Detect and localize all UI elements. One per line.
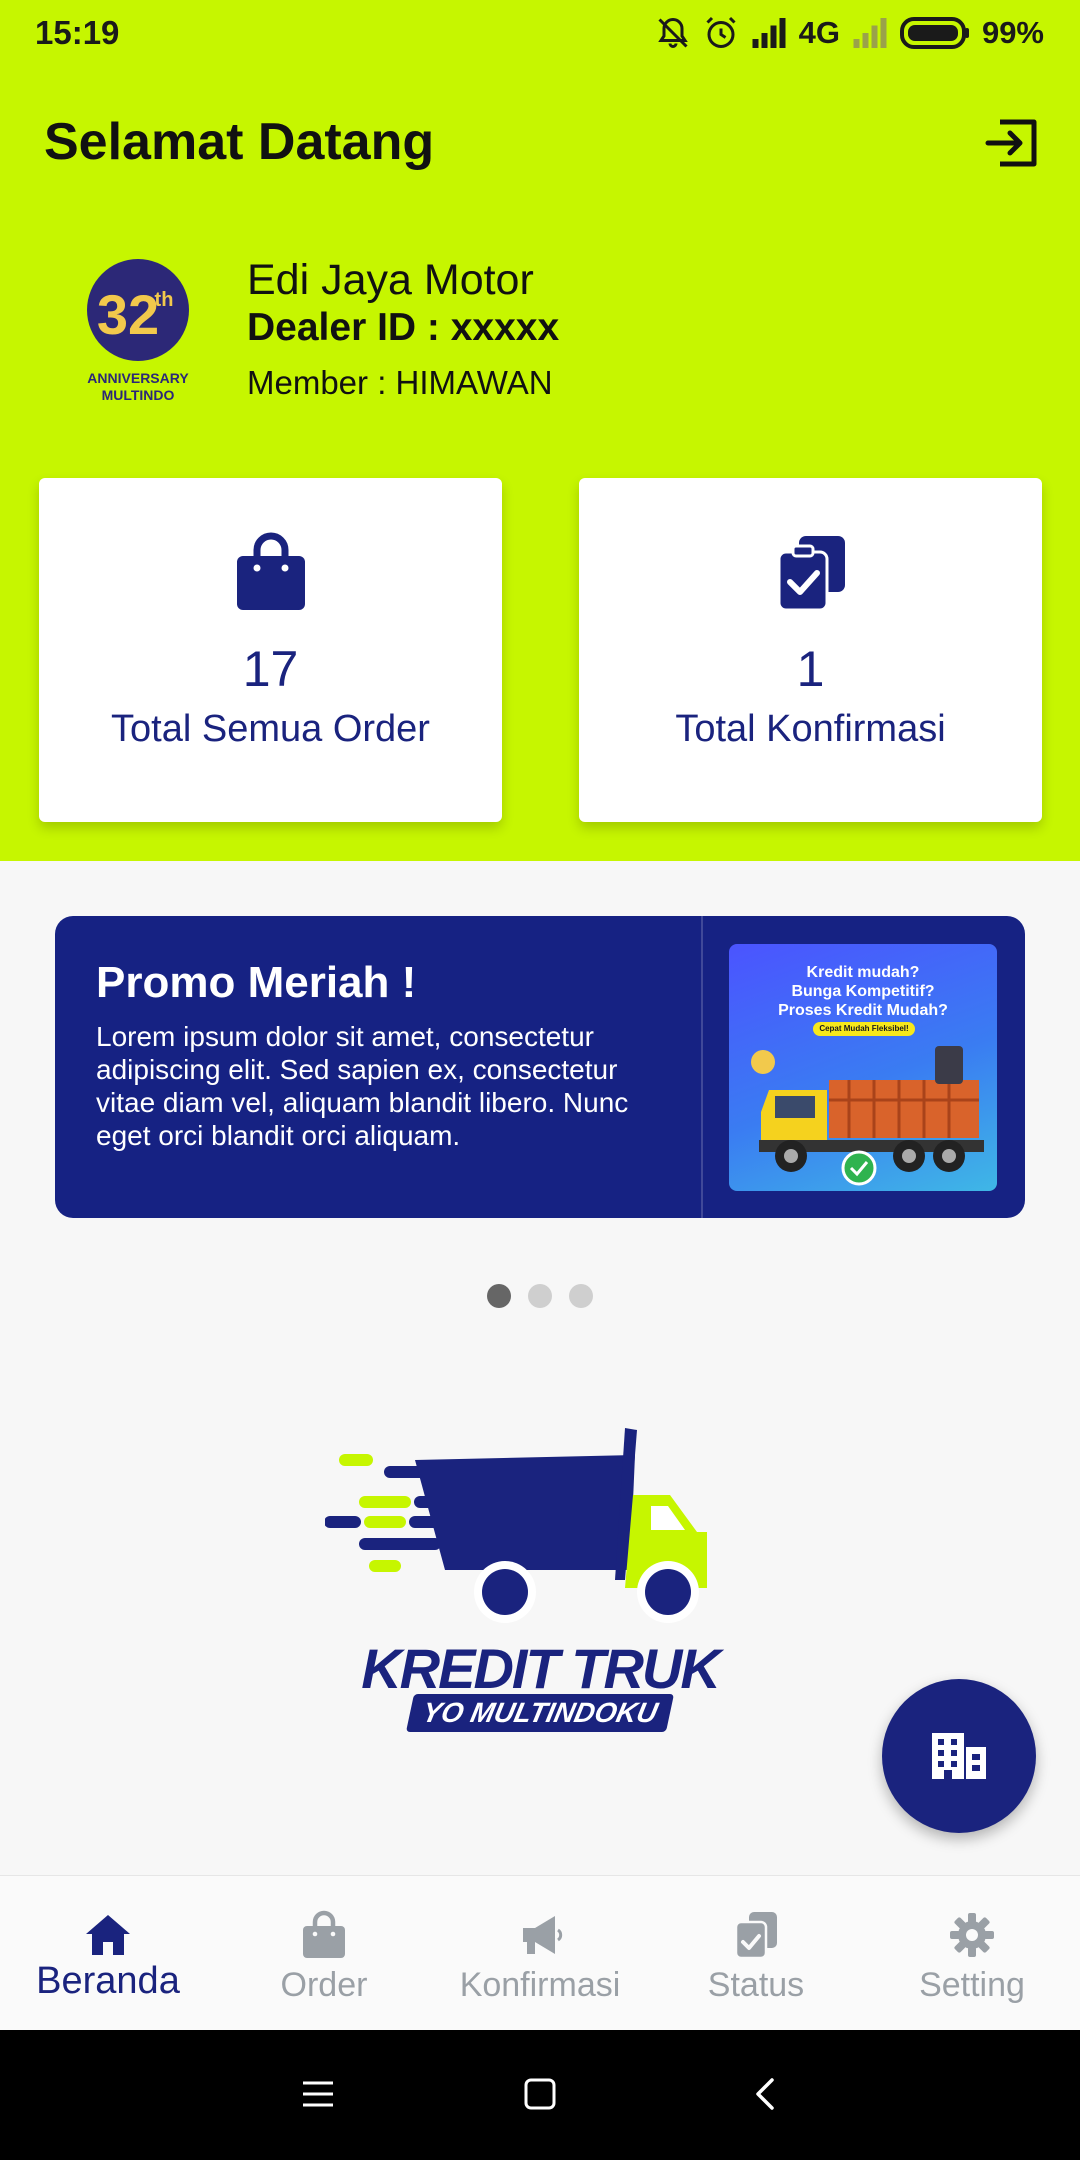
nav-label-setting: Setting: [919, 1966, 1025, 2004]
promo-image-line3: Proses Kredit Mudah?: [778, 1002, 948, 1019]
nav-label-konfirmasi: Konfirmasi: [459, 1966, 621, 2004]
promo-image-line1: Kredit mudah?: [806, 964, 920, 981]
logout-icon[interactable]: [984, 114, 1042, 172]
carousel-dot-2[interactable]: [528, 1284, 552, 1308]
shopping-bag-icon: [303, 1910, 345, 1958]
battery-level: 99%: [981, 15, 1044, 50]
back-icon[interactable]: [748, 2076, 784, 2112]
network-type: 4G: [798, 15, 840, 50]
megaphone-icon: [523, 1916, 563, 1954]
signal-icon: [752, 18, 786, 48]
dealer-id: Dealer ID : xxxxx: [247, 306, 560, 349]
promo-image-tag: Cepat Mudah Fleksibel!: [813, 1022, 915, 1036]
logo-line1: ANNIVERSARY: [87, 370, 189, 386]
bell-muted-icon: [657, 17, 688, 48]
nav-order[interactable]: Order: [216, 1876, 432, 2030]
total-konfirmasi-card[interactable]: 1 Total Konfirmasi: [579, 478, 1042, 822]
signal-weak-icon: [853, 18, 887, 48]
alarm-icon: [706, 16, 736, 48]
promo-divider: [701, 916, 703, 1218]
promo-image: Kredit mudah? Bunga Kompetitif? Proses K…: [729, 944, 997, 1191]
home-square-icon[interactable]: [522, 2076, 558, 2112]
clipboard-check-icon: [773, 532, 849, 612]
nav-label-order: Order: [280, 1966, 368, 2004]
clipboard-check-icon: [734, 1912, 777, 1960]
logo-line2: MULTINDO: [102, 387, 175, 403]
promo-body: Lorem ipsum dolor sit amet, consectetur …: [96, 1021, 629, 1151]
nav-beranda[interactable]: Beranda: [0, 1876, 216, 2030]
home-icon: [86, 1915, 130, 1955]
status-icons: 4G 99%: [655, 12, 1044, 54]
menu-icon[interactable]: [300, 2076, 336, 2112]
battery-icon: [899, 17, 969, 49]
total-order-value: 17: [242, 641, 299, 697]
shopping-bag-icon: [233, 532, 309, 612]
logo-suffix: th: [155, 289, 174, 311]
carousel-dot-1[interactable]: [487, 1284, 511, 1308]
dealer-fab-button[interactable]: [882, 1679, 1036, 1833]
system-navigation-bar: [0, 2030, 1080, 2160]
building-icon: [932, 1733, 986, 1779]
brand-title: KREDIT TRUK: [361, 1637, 721, 1700]
anniversary-logo: 32 th ANNIVERSARY MULTINDO: [78, 258, 198, 408]
truck-illustration: [751, 1046, 984, 1186]
status-bar: 15:19 4G 99%: [0, 0, 1080, 66]
promo-banner[interactable]: Promo Meriah ! Lorem ipsum dolor sit ame…: [55, 916, 1025, 1218]
bottom-navigation: Beranda Order Konfirmasi Status Setting: [0, 1875, 1080, 2030]
dealer-member: Member : HIMAWAN: [247, 364, 553, 401]
carousel-dot-3[interactable]: [569, 1284, 593, 1308]
total-order-label: Total Semua Order: [111, 708, 430, 750]
logo-number: 32: [97, 283, 159, 346]
dealer-name: Edi Jaya Motor: [247, 256, 534, 304]
page-title: Selamat Datang: [44, 113, 435, 171]
nav-label-status: Status: [707, 1966, 805, 2004]
total-konfirmasi-value: 1: [796, 641, 825, 697]
header-panel: 15:19 4G 99% Selamat Datang 32 th ANNIVE…: [0, 0, 1080, 861]
carousel-indicator[interactable]: [487, 1284, 593, 1308]
gear-icon: [950, 1913, 994, 1957]
total-order-card[interactable]: 17 Total Semua Order: [39, 478, 502, 822]
nav-status[interactable]: Status: [648, 1876, 864, 2030]
brand-subtitle: YO MULTINDOKU: [405, 1694, 675, 1732]
promo-image-line2: Bunga Kompetitif?: [791, 983, 935, 1000]
total-konfirmasi-label: Total Konfirmasi: [675, 708, 946, 750]
status-time: 15:19: [35, 14, 120, 51]
nav-setting[interactable]: Setting: [864, 1876, 1080, 2030]
nav-label-beranda: Beranda: [36, 1960, 180, 2002]
nav-konfirmasi[interactable]: Konfirmasi: [432, 1876, 648, 2030]
promo-title: Promo Meriah !: [96, 958, 417, 1007]
